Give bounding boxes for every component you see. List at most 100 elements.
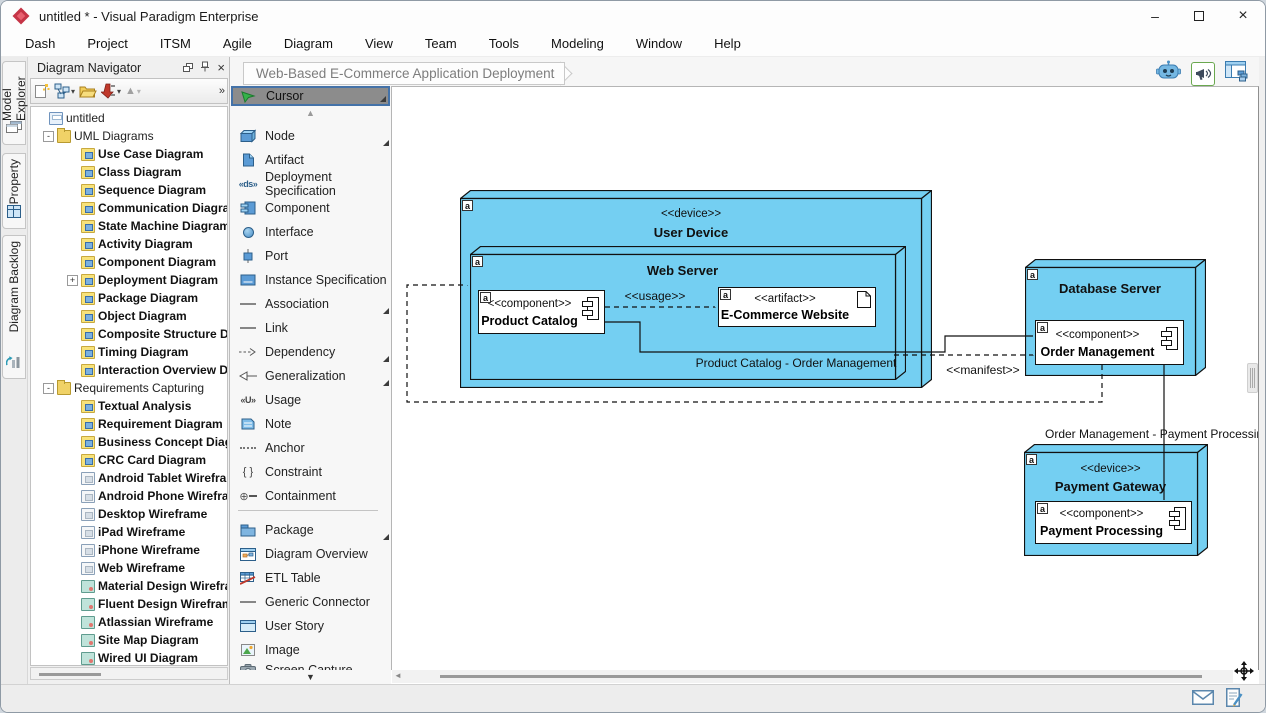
tree-item[interactable]: Atlassian Wireframe bbox=[31, 613, 227, 631]
tree-toggle[interactable] bbox=[67, 635, 78, 646]
tool-usage[interactable]: «U» Usage bbox=[230, 388, 391, 412]
tree-item[interactable]: Interaction Overview Diagram bbox=[31, 361, 227, 379]
collapse-up-icon[interactable]: ▲ ▾ bbox=[125, 85, 141, 97]
float-icon[interactable] bbox=[183, 63, 193, 72]
model-structure-icon[interactable]: ▾ bbox=[54, 83, 75, 99]
diagram-canvas[interactable]: <<device>> User Device Web Server Databa… bbox=[391, 86, 1259, 670]
tool-constraint[interactable]: { } Constraint bbox=[230, 460, 391, 484]
node-order-management[interactable]: a <<component>> Order Management bbox=[1035, 320, 1184, 365]
canvas-horizontal-scrollbar[interactable]: ◄ bbox=[392, 670, 1233, 683]
tree-toggle[interactable] bbox=[67, 437, 78, 448]
tree-item[interactable]: Composite Structure Diagram bbox=[31, 325, 227, 343]
tree-item[interactable]: Android Phone Wireframe bbox=[31, 487, 227, 505]
scroll-left-icon[interactable]: ◄ bbox=[394, 671, 402, 680]
node-ecommerce-website[interactable]: a <<artifact>> E-Commerce Website bbox=[718, 287, 876, 327]
tool-link[interactable]: Link bbox=[230, 316, 391, 340]
menu-item[interactable]: Tools bbox=[473, 36, 535, 51]
tree-toggle[interactable] bbox=[67, 509, 78, 520]
tree-toggle[interactable] bbox=[67, 311, 78, 322]
pan-tool-icon[interactable] bbox=[1234, 661, 1254, 686]
tree-toggle[interactable] bbox=[67, 545, 78, 556]
tree-toggle[interactable] bbox=[67, 167, 78, 178]
node-payment-processing[interactable]: a <<component>> Payment Processing bbox=[1035, 501, 1192, 544]
breadcrumb[interactable]: Web-Based E-Commerce Application Deploym… bbox=[243, 62, 565, 85]
tree-item[interactable]: Textual Analysis bbox=[31, 397, 227, 415]
toolbar-overflow-icon[interactable]: » bbox=[219, 85, 224, 97]
tool-port[interactable]: Port bbox=[230, 244, 391, 268]
tree-toggle[interactable] bbox=[67, 401, 78, 412]
maximize-button[interactable] bbox=[1177, 1, 1221, 31]
tree-toggle[interactable] bbox=[67, 563, 78, 574]
tool-generalization[interactable]: Generalization bbox=[230, 364, 391, 388]
tree-item[interactable]: Activity Diagram bbox=[31, 235, 227, 253]
minimize-button[interactable]: – bbox=[1133, 1, 1177, 31]
tool-cursor[interactable]: Cursor bbox=[231, 86, 390, 106]
toolbox-scroll-up[interactable]: ▲ bbox=[230, 108, 391, 118]
tool-containment[interactable]: ⊕ Containment bbox=[230, 484, 391, 508]
tree-toggle[interactable] bbox=[67, 329, 78, 340]
tab-diagram-backlog[interactable]: Diagram Backlog bbox=[2, 235, 26, 379]
tree-toggle[interactable] bbox=[67, 653, 78, 664]
tree-item[interactable]: iPad Wireframe bbox=[31, 523, 227, 541]
tree-item[interactable]: Package Diagram bbox=[31, 289, 227, 307]
tree-toggle[interactable] bbox=[67, 221, 78, 232]
tree-toggle[interactable] bbox=[67, 203, 78, 214]
menu-item[interactable]: Team bbox=[409, 36, 473, 51]
close-button[interactable]: × bbox=[1221, 1, 1265, 31]
tool-instance-specification[interactable]: Instance Specification bbox=[230, 268, 391, 292]
tool-diagram-overview[interactable]: Diagram Overview bbox=[230, 542, 391, 566]
tree-toggle[interactable] bbox=[67, 527, 78, 538]
assistant-robot-icon[interactable] bbox=[1156, 60, 1181, 88]
tree-toggle[interactable]: - bbox=[43, 131, 54, 142]
tree-item[interactable]: Timing Diagram bbox=[31, 343, 227, 361]
tree-item[interactable]: CRC Card Diagram bbox=[31, 451, 227, 469]
menu-item[interactable]: View bbox=[349, 36, 409, 51]
tree-toggle[interactable] bbox=[67, 617, 78, 628]
menu-item[interactable]: Project bbox=[71, 36, 143, 51]
tree-toggle[interactable] bbox=[67, 581, 78, 592]
menu-item[interactable]: Window bbox=[620, 36, 698, 51]
tree-item[interactable]: Object Diagram bbox=[31, 307, 227, 325]
tree-item[interactable]: Sequence Diagram bbox=[31, 181, 227, 199]
tree-toggle[interactable] bbox=[67, 257, 78, 268]
close-icon[interactable]: × bbox=[217, 62, 225, 73]
tree-toggle[interactable] bbox=[67, 419, 78, 430]
tree-toggle[interactable]: + bbox=[67, 275, 78, 286]
tree-item[interactable]: Class Diagram bbox=[31, 163, 227, 181]
tree-item[interactable]: Requirement Diagram bbox=[31, 415, 227, 433]
pin-icon[interactable] bbox=[200, 59, 210, 77]
announcement-icon[interactable] bbox=[1191, 62, 1215, 86]
tree-item[interactable]: Communication Diagram bbox=[31, 199, 227, 217]
tool-generic-connector[interactable]: Generic Connector bbox=[230, 590, 391, 614]
tab-model-explorer[interactable]: Model Explorer bbox=[2, 61, 26, 145]
mail-icon[interactable] bbox=[1192, 690, 1214, 710]
tree-toggle[interactable]: - bbox=[43, 383, 54, 394]
tool-dependency[interactable]: Dependency bbox=[230, 340, 391, 364]
tree-toggle[interactable] bbox=[67, 149, 78, 160]
tool-etl-table[interactable]: ETL Table bbox=[230, 566, 391, 590]
tree-item[interactable]: Wired UI Diagram bbox=[31, 649, 227, 666]
tree-item[interactable]: Business Concept Diagram bbox=[31, 433, 227, 451]
tool-note[interactable]: Note bbox=[230, 412, 391, 436]
tool-association[interactable]: Association bbox=[230, 292, 391, 316]
tree-item[interactable]: - UML Diagrams bbox=[31, 127, 227, 145]
menu-item[interactable]: Dash bbox=[9, 36, 71, 51]
tree-toggle[interactable] bbox=[67, 491, 78, 502]
tree-item[interactable]: - Requirements Capturing bbox=[31, 379, 227, 397]
toolbox-scroll-down[interactable]: ▼ bbox=[230, 670, 391, 684]
tree-toggle[interactable] bbox=[67, 347, 78, 358]
tool-artifact[interactable]: Artifact bbox=[230, 148, 391, 172]
tool-interface[interactable]: Interface bbox=[230, 220, 391, 244]
tree-item[interactable]: + Deployment Diagram bbox=[31, 271, 227, 289]
tree-item[interactable]: State Machine Diagram bbox=[31, 217, 227, 235]
tree-toggle[interactable] bbox=[67, 239, 78, 250]
tab-property[interactable]: Property bbox=[2, 153, 26, 229]
splitter-grip[interactable] bbox=[1247, 363, 1258, 393]
tool-deployment-specification[interactable]: «ds» Deployment Specification bbox=[230, 172, 391, 196]
tool-anchor[interactable]: Anchor bbox=[230, 436, 391, 460]
tree-toggle[interactable] bbox=[67, 599, 78, 610]
tool-node[interactable]: Node bbox=[230, 124, 391, 148]
tool-package[interactable]: Package bbox=[230, 518, 391, 542]
tree-item[interactable]: Fluent Design Wireframe bbox=[31, 595, 227, 613]
tree-item[interactable]: Material Design Wireframe bbox=[31, 577, 227, 595]
